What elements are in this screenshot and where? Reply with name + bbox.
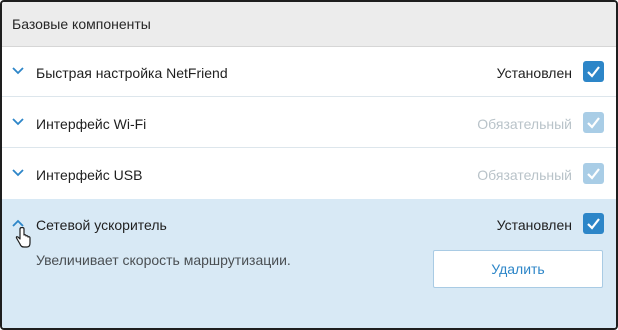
install-checkbox[interactable]: [583, 61, 604, 82]
component-row-accelerator[interactable]: Сетевой ускоритель Установлен Увеличивае…: [2, 199, 616, 328]
component-row-usb[interactable]: Интерфейс USB Обязательный: [2, 149, 616, 199]
component-name: Сетевой ускоритель: [36, 217, 167, 233]
panel-title: Базовые компоненты: [12, 16, 151, 32]
install-checkbox: [583, 112, 604, 133]
component-status: Обязательный: [477, 116, 572, 132]
component-description: Увеличивает скорость маршрутизации.: [36, 252, 291, 268]
component-status: Установлен: [496, 65, 572, 81]
component-name: Интерфейс Wi-Fi: [36, 116, 147, 132]
remove-button[interactable]: Удалить: [433, 250, 603, 288]
component-status: Установлен: [496, 217, 572, 233]
install-checkbox: [583, 163, 604, 184]
check-icon: [587, 218, 600, 230]
install-checkbox[interactable]: [583, 213, 604, 234]
chevron-down-icon[interactable]: [10, 65, 26, 77]
chevron-down-icon[interactable]: [10, 167, 26, 179]
panel-header: Базовые компоненты: [2, 2, 616, 47]
chevron-down-icon[interactable]: [10, 116, 26, 128]
component-name: Быстрая настройка NetFriend: [36, 65, 228, 81]
component-row-wifi[interactable]: Интерфейс Wi-Fi Обязательный: [2, 98, 616, 148]
hand-pointer-icon: [14, 226, 32, 249]
check-icon: [587, 117, 600, 129]
check-icon: [587, 66, 600, 78]
component-row-netfriend[interactable]: Быстрая настройка NetFriend Установлен: [2, 47, 616, 97]
component-status: Обязательный: [477, 167, 572, 183]
check-icon: [587, 168, 600, 180]
component-name: Интерфейс USB: [36, 167, 143, 183]
components-panel: Базовые компоненты Быстрая настройка Net…: [0, 0, 618, 330]
